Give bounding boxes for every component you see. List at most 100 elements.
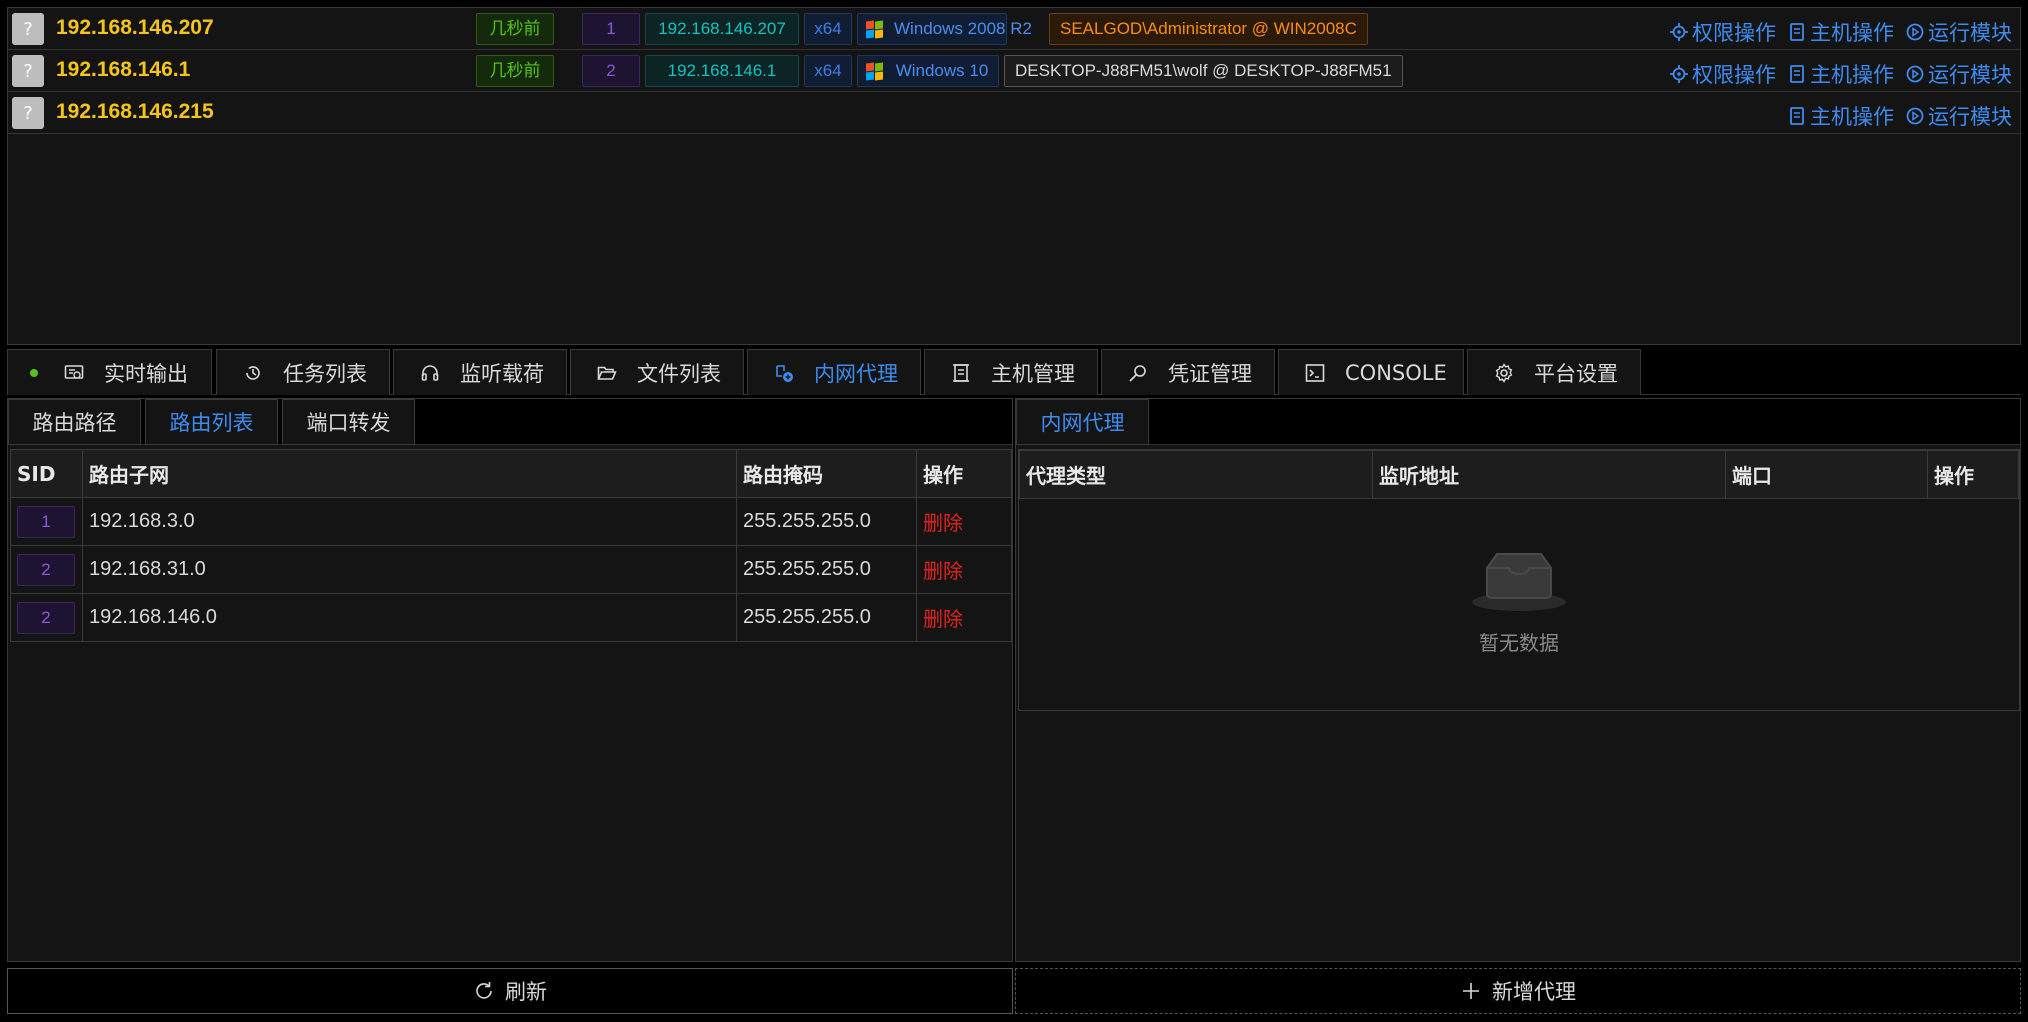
arch-badge: x64 <box>804 55 852 87</box>
subnet-cell: 192.168.3.0 <box>82 497 737 546</box>
play-circle-icon <box>1906 23 1924 41</box>
search-key-icon <box>1129 364 1146 382</box>
column-header-listen-address: 监听地址 <box>1372 450 1726 499</box>
tab-route-path[interactable]: 路由路径 <box>8 399 141 445</box>
host-ops-link[interactable]: 主机操作 <box>1788 59 1894 89</box>
host-row[interactable]: ? 192.168.146.215 主机操作 运行模块 <box>8 92 2020 134</box>
plus-icon <box>1463 983 1479 999</box>
mask-cell: 255.255.255.0 <box>736 593 917 642</box>
host-ip: 192.168.146.207 <box>56 16 214 39</box>
headset-icon <box>421 364 439 381</box>
host-row[interactable]: ? 192.168.146.1 几秒前 2 192.168.146.1 x64 … <box>8 50 2020 92</box>
column-header-sid: SID <box>10 449 83 498</box>
subnet-cell: 192.168.146.0 <box>82 593 737 642</box>
mask-cell: 255.255.255.0 <box>736 545 917 594</box>
sid-badge: 2 <box>17 601 75 634</box>
host-ops-link[interactable]: 主机操作 <box>1788 101 1894 131</box>
tab-platform-settings[interactable]: 平台设置 <box>1467 349 1641 395</box>
table-header-row: 代理类型 监听地址 端口 操作 <box>1019 450 2019 499</box>
monitor-icon <box>64 364 84 379</box>
delete-link[interactable]: 删除 <box>923 513 963 535</box>
proxy-panel: 内网代理 代理类型 监听地址 端口 操作 暂无数据 <box>1015 398 2021 962</box>
host-actions: 权限操作 主机操作 运行模块 <box>1670 59 2012 89</box>
tab-console[interactable]: CONSOLE <box>1278 349 1464 395</box>
user-badge: DESKTOP-J88FM51\wolf @ DESKTOP-J88FM51 <box>1004 55 1403 87</box>
sid-badge: 1 <box>582 13 640 45</box>
column-header-port: 端口 <box>1725 450 1928 499</box>
os-label: Windows 2008 R2 <box>894 19 1032 38</box>
host-row[interactable]: ? 192.168.146.207 几秒前 1 192.168.146.207 … <box>8 8 2020 50</box>
time-badge: 几秒前 <box>476 13 554 45</box>
empty-text: 暂无数据 <box>1479 631 1559 655</box>
user-badge: SEALGOD\Administrator @ WIN2008C <box>1049 13 1368 45</box>
tab-intranet-proxy[interactable]: 内网代理 <box>747 349 921 395</box>
main-tab-bar: 实时输出 任务列表 监听载荷 文件列表 内网代理 主机管理 凭证管理 CONSO… <box>7 349 2021 395</box>
target-icon <box>1670 23 1688 41</box>
tab-realtime-output[interactable]: 实时输出 <box>7 349 212 395</box>
delete-link[interactable]: 删除 <box>923 609 963 631</box>
column-header-mask: 路由掩码 <box>736 449 917 498</box>
tab-task-list[interactable]: 任务列表 <box>216 349 390 395</box>
host-actions: 权限操作 主机操作 运行模块 <box>1670 17 2012 47</box>
route-panel: 路由路径 路由列表 端口转发 SID 路由子网 路由掩码 操作 1 192.16… <box>7 398 1013 962</box>
tab-file-list[interactable]: 文件列表 <box>570 349 744 395</box>
internal-ip-badge: 192.168.146.1 <box>645 55 799 87</box>
online-status-dot <box>30 368 38 377</box>
route-subtab-bar: 路由路径 路由列表 端口转发 <box>8 399 1012 445</box>
play-circle-icon <box>1906 65 1924 83</box>
sid-badge: 1 <box>17 505 75 538</box>
delete-link[interactable]: 删除 <box>923 561 963 583</box>
play-circle-icon <box>1906 107 1924 125</box>
table-header-row: SID 路由子网 路由掩码 操作 <box>10 449 1012 498</box>
column-header-proxy-type: 代理类型 <box>1019 450 1373 499</box>
empty-inbox-icon <box>1472 553 1566 611</box>
host-ip: 192.168.146.1 <box>56 58 191 81</box>
proxy-table-header: 代理类型 监听地址 端口 操作 <box>1019 450 2019 499</box>
privilege-ops-link[interactable]: 权限操作 <box>1670 59 1776 89</box>
server-icon <box>953 363 969 382</box>
privilege-ops-link[interactable]: 权限操作 <box>1670 17 1776 47</box>
gear-icon <box>1495 362 1513 383</box>
server-icon <box>1790 65 1804 83</box>
refresh-icon <box>476 982 492 999</box>
table-row: 2 192.168.146.0 255.255.255.0 删除 <box>10 593 1012 642</box>
route-table: SID 路由子网 路由掩码 操作 1 192.168.3.0 255.255.2… <box>10 449 1012 642</box>
run-module-link[interactable]: 运行模块 <box>1906 17 2012 47</box>
terminal-icon <box>1305 363 1325 382</box>
unknown-host-icon: ? <box>12 13 44 45</box>
empty-state: 暂无数据 <box>1019 550 2019 656</box>
column-header-subnet: 路由子网 <box>82 449 737 498</box>
refresh-button[interactable]: 刷新 <box>7 968 1013 1014</box>
unknown-host-icon: ? <box>12 97 44 129</box>
arch-badge: x64 <box>804 13 852 45</box>
target-icon <box>1670 65 1688 83</box>
tab-credential-management[interactable]: 凭证管理 <box>1101 349 1275 395</box>
add-proxy-button[interactable]: 新增代理 <box>1015 968 2021 1014</box>
folder-open-icon <box>597 366 617 380</box>
table-row: 2 192.168.31.0 255.255.255.0 删除 <box>10 545 1012 594</box>
run-module-link[interactable]: 运行模块 <box>1906 59 2012 89</box>
time-badge: 几秒前 <box>476 55 554 87</box>
column-header-action: 操作 <box>1927 450 2019 499</box>
server-icon <box>1790 23 1804 41</box>
server-icon <box>1790 107 1804 125</box>
internal-ip-badge: 192.168.146.207 <box>645 13 799 45</box>
tab-port-forward[interactable]: 端口转发 <box>282 399 415 445</box>
run-module-link[interactable]: 运行模块 <box>1906 101 2012 131</box>
host-list: ? 192.168.146.207 几秒前 1 192.168.146.207 … <box>7 7 2021 345</box>
proxy-table: 代理类型 监听地址 端口 操作 暂无数据 <box>1018 449 2020 711</box>
tab-listener-payload[interactable]: 监听载荷 <box>393 349 567 395</box>
unknown-host-icon: ? <box>12 55 44 87</box>
os-badge: Windows 10 <box>857 55 999 87</box>
sid-badge: 2 <box>582 55 640 87</box>
os-label: Windows 10 <box>895 61 989 80</box>
column-header-action: 操作 <box>916 449 1012 498</box>
host-actions: 主机操作 运行模块 <box>1788 101 2012 131</box>
tab-host-management[interactable]: 主机管理 <box>924 349 1098 395</box>
proxy-subtab-bar: 内网代理 <box>1016 399 2020 445</box>
tab-intranet-proxy-list[interactable]: 内网代理 <box>1016 399 1149 445</box>
sid-badge: 2 <box>17 553 75 586</box>
tab-route-list[interactable]: 路由列表 <box>145 399 278 445</box>
windows-icon <box>866 20 884 39</box>
host-ops-link[interactable]: 主机操作 <box>1788 17 1894 47</box>
